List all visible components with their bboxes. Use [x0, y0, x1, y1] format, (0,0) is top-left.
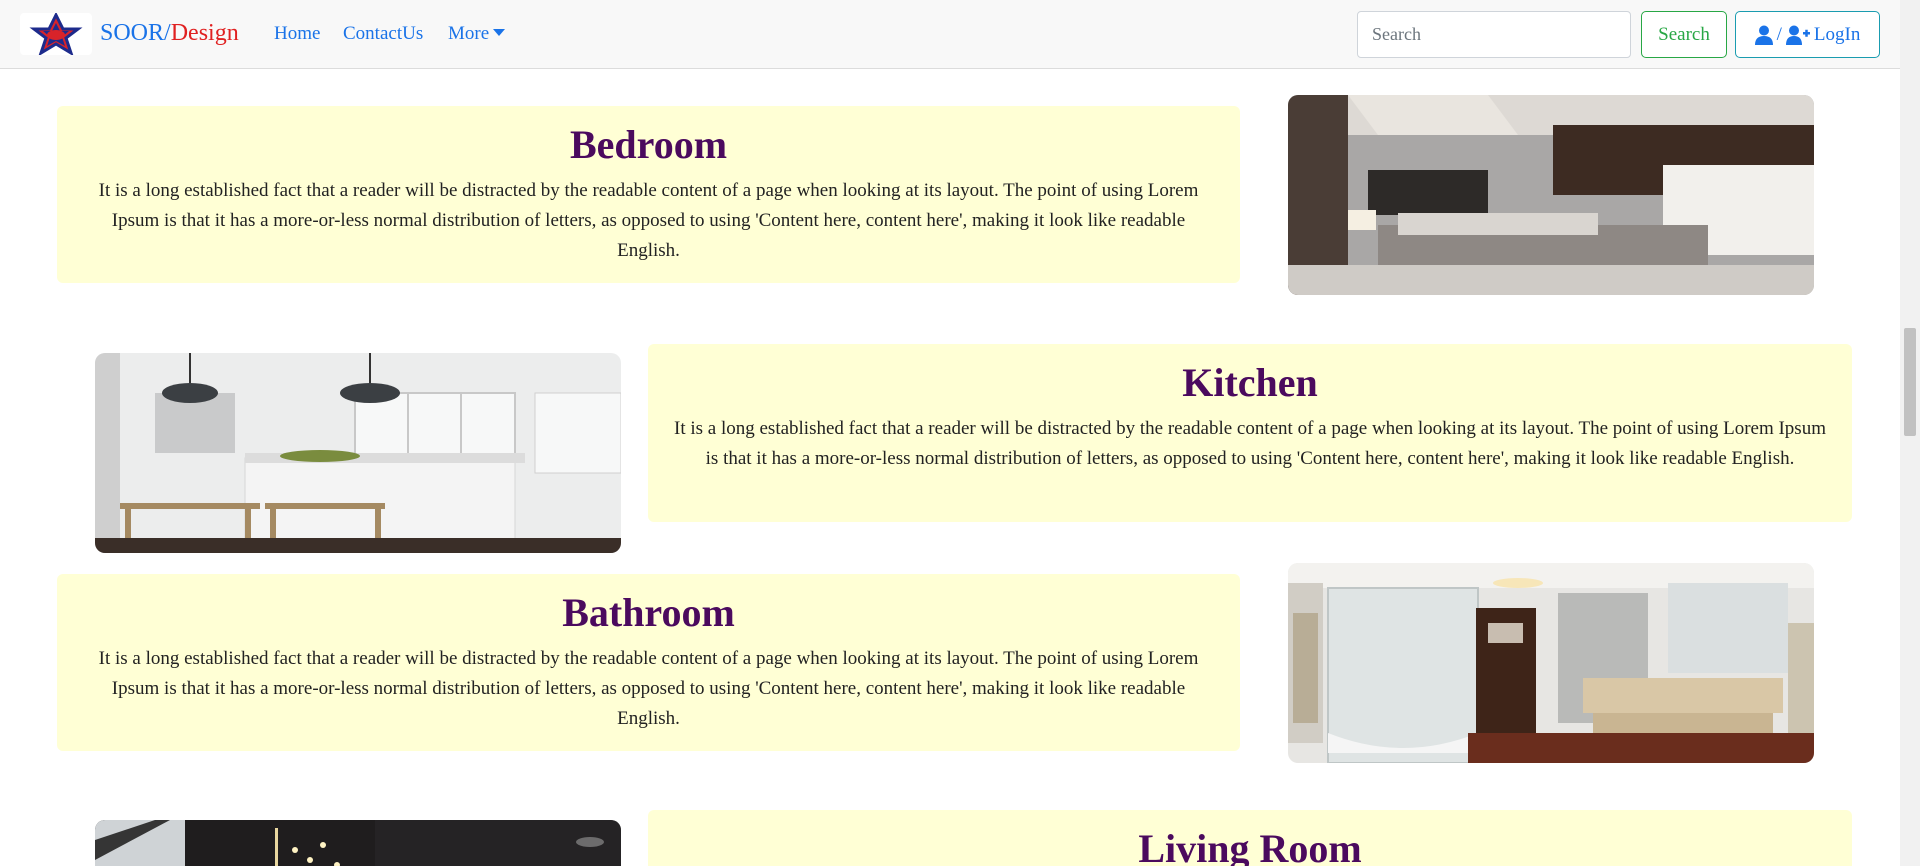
- section-text: It is a long established fact that a rea…: [98, 180, 1199, 261]
- nav-link-home[interactable]: Home: [274, 22, 320, 46]
- scrollbar-thumb[interactable]: [1904, 328, 1916, 436]
- living-room-image: [95, 820, 621, 866]
- nav-link-contactus[interactable]: ContactUs: [343, 22, 423, 46]
- brand-separator: /: [164, 20, 171, 46]
- brand-part1: SOOR: [100, 20, 165, 46]
- brand-name[interactable]: SOOR/Design: [100, 18, 239, 48]
- search-button[interactable]: Search: [1641, 11, 1727, 58]
- nav-dropdown-more[interactable]: More: [448, 22, 506, 46]
- bedroom-image: [1288, 95, 1814, 295]
- user-plus-icon: [1785, 25, 1810, 45]
- section-text: It is a long established fact that a rea…: [674, 418, 1826, 469]
- kitchen-image: [95, 353, 621, 553]
- section-title: Kitchen: [1182, 360, 1318, 405]
- login-separator: /: [1776, 23, 1782, 45]
- bathroom-image: [1288, 563, 1814, 763]
- section-kitchen: Kitchen It is a long established fact th…: [648, 344, 1852, 522]
- star-logo-icon[interactable]: [20, 13, 92, 55]
- nav-more-label: More: [448, 23, 490, 44]
- section-living-room: Living Room: [648, 810, 1852, 866]
- top-navbar: SOOR/Design Home ContactUs More Search /…: [0, 0, 1900, 69]
- user-icon: [1754, 25, 1773, 45]
- search-input[interactable]: [1357, 11, 1631, 58]
- chevron-down-icon: [493, 29, 506, 36]
- brand-part2: Design: [170, 20, 239, 46]
- page-scrollbar[interactable]: [1900, 0, 1920, 866]
- section-title: Bathroom: [562, 590, 735, 635]
- section-title: Living Room: [1138, 826, 1362, 866]
- login-button[interactable]: / LogIn: [1735, 11, 1880, 58]
- section-bathroom: Bathroom It is a long established fact t…: [57, 574, 1240, 751]
- section-title: Bedroom: [569, 122, 728, 167]
- section-bedroom: Bedroom It is a long established fact th…: [57, 106, 1240, 283]
- section-text: It is a long established fact that a rea…: [98, 648, 1199, 729]
- login-label: LogIn: [1813, 23, 1861, 45]
